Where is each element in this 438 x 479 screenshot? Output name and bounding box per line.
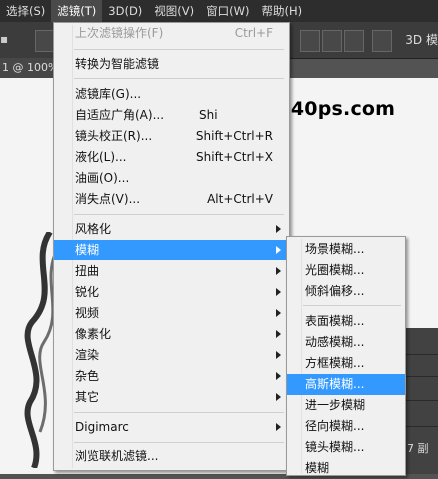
submenu-arrow-icon <box>276 330 281 338</box>
submenu-item-blur-more[interactable]: 进一步模糊 <box>287 395 405 416</box>
submenu-item-field-blur[interactable]: 场景模糊... <box>287 239 405 260</box>
menu-view[interactable]: 视图(V) <box>148 0 200 22</box>
submenu-item-iris-blur[interactable]: 光圈模糊... <box>287 260 405 281</box>
menu-separator <box>303 305 401 306</box>
menu-item-liquify[interactable]: 液化(L)... Shift+Ctrl+X <box>54 147 289 167</box>
menu-item-digimarc[interactable]: Digimarc <box>54 417 289 437</box>
submenu-arrow-icon <box>276 372 281 380</box>
menu-item-vanishing-point[interactable]: 消失点(V)... Alt+Ctrl+V <box>54 189 289 209</box>
menu-item-oil-paint[interactable]: 油画(O)... <box>54 168 289 188</box>
menu-item-distort[interactable]: 扭曲 <box>54 261 289 281</box>
submenu-item-motion-blur[interactable]: 动感模糊... <box>287 332 405 353</box>
menu-item-last-filter[interactable]: 上次滤镜操作(F) Ctrl+F <box>54 23 289 43</box>
submenu-arrow-icon <box>276 288 281 296</box>
menu-select[interactable]: 选择(S) <box>0 0 51 22</box>
distribute-bottom-icon[interactable] <box>344 30 364 52</box>
menu-window[interactable]: 窗口(W) <box>200 0 255 22</box>
submenu-arrow-icon <box>276 267 281 275</box>
menubar: 选择(S) 滤镜(T) 3D(D) 视图(V) 窗口(W) 帮助(H) <box>0 0 438 22</box>
distribute-horizontal-icon[interactable] <box>372 30 392 52</box>
menu-item-convert-smart[interactable]: 转换为智能滤镜 <box>54 54 289 74</box>
menu-item-pixelate[interactable]: 像素化 <box>54 324 289 344</box>
align-tool-icon[interactable] <box>35 30 55 52</box>
submenu-item-blur[interactable]: 模糊 <box>287 458 405 479</box>
menu-item-blur[interactable]: 模糊 <box>54 240 289 260</box>
menu-item-video[interactable]: 视频 <box>54 303 289 323</box>
transform-icon[interactable]: ▪ <box>0 32 14 48</box>
distribute-tool-icon[interactable] <box>300 30 320 52</box>
submenu-item-tilt-shift[interactable]: 倾斜偏移... <box>287 281 405 302</box>
menu-item-adaptive-wide[interactable]: 自适应广角(A)... Shi <box>54 105 289 125</box>
menu-item-stylize[interactable]: 风格化 <box>54 219 289 239</box>
submenu-item-radial-blur[interactable]: 径向模糊... <box>287 416 405 437</box>
submenu-arrow-icon <box>276 393 281 401</box>
submenu-arrow-icon <box>276 423 281 431</box>
distribute-center-icon[interactable] <box>322 30 342 52</box>
blur-submenu: 场景模糊... 光圈模糊... 倾斜偏移... 表面模糊... 动感模糊... … <box>286 236 406 476</box>
menu-separator <box>74 442 284 443</box>
submenu-arrow-icon <box>276 246 281 254</box>
menu-item-filter-gallery[interactable]: 滤镜库(G)... <box>54 84 289 104</box>
3d-mode-label[interactable]: 3D 模 <box>405 31 438 48</box>
submenu-item-gaussian-blur[interactable]: 高斯模糊... <box>287 374 405 395</box>
submenu-item-lens-blur[interactable]: 镜头模糊... <box>287 437 405 458</box>
menu-help[interactable]: 帮助(H) <box>255 0 308 22</box>
menu-item-noise[interactable]: 杂色 <box>54 366 289 386</box>
menu-separator <box>74 78 284 79</box>
submenu-item-surface-blur[interactable]: 表面模糊... <box>287 311 405 332</box>
menu-item-other[interactable]: 其它 <box>54 387 289 407</box>
menu-item-render[interactable]: 渲染 <box>54 345 289 365</box>
filter-menu: 上次滤镜操作(F) Ctrl+F 转换为智能滤镜 滤镜库(G)... 自适应广角… <box>53 22 290 471</box>
submenu-arrow-icon <box>276 309 281 317</box>
menu-separator <box>74 412 284 413</box>
menu-item-browse-online[interactable]: 浏览联机滤镜... <box>54 446 289 466</box>
menu-3d[interactable]: 3D(D) <box>102 0 148 22</box>
menu-item-lens-correction[interactable]: 镜头校正(R)... Shift+Ctrl+R <box>54 126 289 146</box>
submenu-arrow-icon <box>276 225 281 233</box>
menu-item-sharpen[interactable]: 锐化 <box>54 282 289 302</box>
panel-label: 7 副 <box>407 442 429 455</box>
menu-filter[interactable]: 滤镜(T) <box>51 0 103 22</box>
menu-separator <box>74 49 284 50</box>
menu-separator <box>74 214 284 215</box>
submenu-arrow-icon <box>276 351 281 359</box>
submenu-item-box-blur[interactable]: 方框模糊... <box>287 353 405 374</box>
